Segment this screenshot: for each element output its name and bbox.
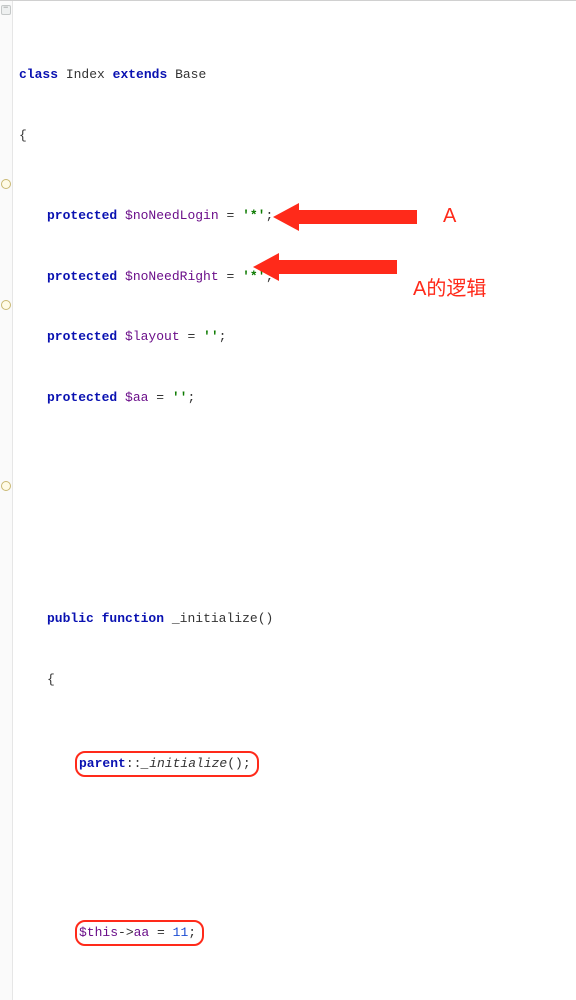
var: $noNeedLogin [125, 208, 219, 223]
op: -> [118, 925, 134, 940]
gutter-mark-icon [1, 481, 11, 491]
highlight-box-a: parent::_initialize(); [75, 751, 259, 777]
parens: () [258, 611, 274, 626]
semi: ; [243, 756, 251, 771]
highlight-box-b: $this->aa = 11; [75, 920, 204, 946]
code-line: { [19, 126, 576, 146]
code-editor: class Index extends Base { protected $no… [0, 0, 576, 1000]
code-line: $this->aa = 11; [19, 919, 576, 947]
parens: () [227, 756, 243, 771]
method-call: _initialize [141, 756, 227, 771]
code-line: public function _initialize() [19, 609, 576, 629]
fn-name: _initialize [172, 611, 258, 626]
class-name: Index [66, 67, 105, 82]
number: 11 [173, 925, 189, 940]
annotation-label-a: A [443, 201, 456, 232]
gutter-mark-icon [1, 300, 11, 310]
var: $layout [125, 329, 180, 344]
keyword-parent: parent [79, 756, 126, 771]
op: :: [126, 756, 142, 771]
string: '' [172, 390, 188, 405]
annotation-label-a-logic: A的逻辑 [413, 274, 486, 305]
keyword-class: class [19, 67, 58, 82]
member: aa [134, 925, 150, 940]
fold-icon[interactable] [1, 5, 11, 15]
keyword-function: function [102, 611, 164, 626]
blank-line [19, 468, 576, 488]
keyword-extends: extends [113, 67, 168, 82]
blank-line [19, 529, 576, 549]
op: = [148, 390, 171, 405]
semi: ; [187, 390, 195, 405]
arrow-a-logic [253, 267, 300, 348]
code-line: protected $aa = ''; [19, 388, 576, 408]
base-name: Base [175, 67, 206, 82]
code-area: class Index extends Base { protected $no… [13, 1, 576, 1000]
keyword-public: public [47, 611, 94, 626]
var: $noNeedRight [125, 269, 219, 284]
editor-gutter [0, 1, 13, 1000]
brace: { [19, 128, 27, 143]
code-line: { [19, 670, 576, 690]
keyword-protected: protected [47, 269, 117, 284]
code-line: parent::_initialize(); [19, 750, 576, 778]
keyword-protected: protected [47, 329, 117, 344]
op: = [180, 329, 203, 344]
gutter-mark-icon [1, 179, 11, 189]
brace: { [47, 672, 55, 687]
op: = [149, 925, 172, 940]
op: = [219, 208, 242, 223]
keyword-protected: protected [47, 208, 117, 223]
keyword-protected: protected [47, 390, 117, 405]
blank-line [19, 839, 576, 859]
var: $aa [125, 390, 148, 405]
string: '' [203, 329, 219, 344]
semi: ; [219, 329, 227, 344]
code-line: class Index extends Base [19, 65, 576, 85]
semi: ; [188, 925, 196, 940]
op: = [219, 269, 242, 284]
string: '*' [242, 208, 265, 223]
var-this: $this [79, 925, 118, 940]
